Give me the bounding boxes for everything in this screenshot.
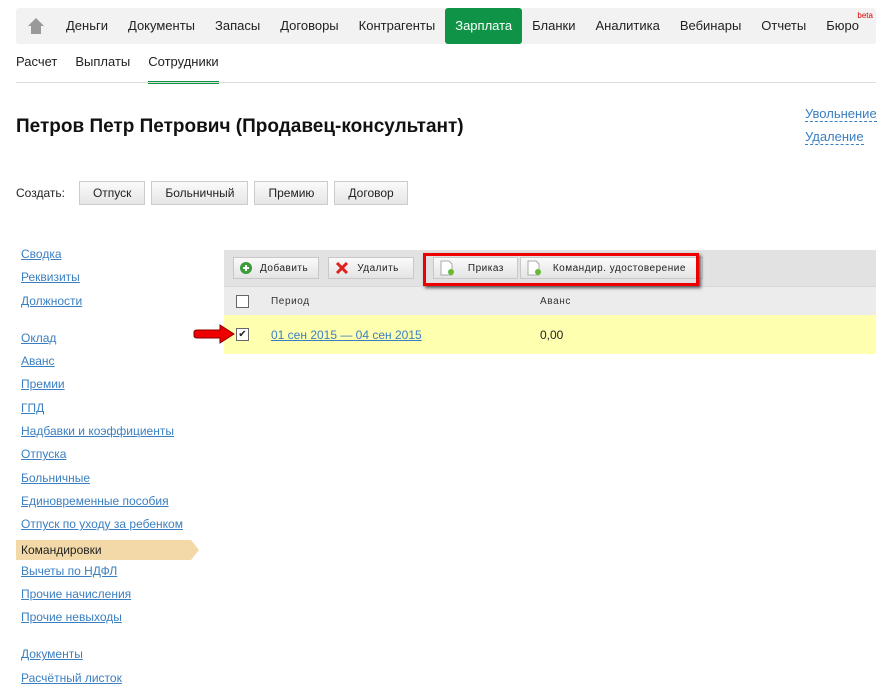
sidebar-item-summary[interactable]: Сводка (21, 246, 191, 269)
tab-payments[interactable]: Выплаты (75, 54, 130, 81)
beta-badge: beta (857, 11, 873, 20)
sidebar-item-requisites[interactable]: Реквизиты (21, 269, 191, 292)
sidebar-item-allowances[interactable]: Надбавки и коэффициенты (21, 423, 191, 446)
sidebar-item-tax-deductions[interactable]: Вычеты по НДФЛ (21, 563, 191, 586)
grid-header: Период Аванс (224, 286, 876, 315)
delete-label: Удалить (357, 262, 399, 274)
sidebar-item-childcare[interactable]: Отпуск по уходу за ребенком (21, 516, 191, 539)
main-nav: Деньги Документы Запасы Договоры Контраг… (16, 8, 876, 44)
create-bar: Создать: Отпуск Больничный Премию Догово… (16, 181, 414, 205)
sidebar-item-positions[interactable]: Должности (21, 293, 191, 316)
home-icon[interactable] (16, 8, 56, 44)
advance-value: 0,00 (540, 327, 564, 342)
nav-salary[interactable]: Зарплата (445, 8, 523, 44)
sidebar-item-other-accruals[interactable]: Прочие начисления (21, 586, 191, 609)
create-contract-button[interactable]: Договор (334, 181, 408, 205)
divider (16, 82, 876, 83)
row-checkbox[interactable]: ✔ (236, 328, 249, 341)
sidebar-item-advance[interactable]: Аванс (21, 353, 191, 376)
sidebar-item-business-trips[interactable]: Командировки (16, 539, 199, 560)
sidebar-item-bonuses[interactable]: Премии (21, 376, 191, 399)
nav-contracts[interactable]: Договоры (270, 8, 348, 44)
nav-documents[interactable]: Документы (118, 8, 205, 44)
nav-reports[interactable]: Отчеты (751, 8, 816, 44)
delete-button[interactable]: Удалить (328, 257, 414, 279)
subtabs: Расчет Выплаты Сотрудники (16, 54, 219, 84)
table-row[interactable]: ✔ 01 сен 2015 — 04 сен 2015 0,00 (224, 315, 876, 354)
grid-toolbar: Добавить Удалить Приказ Командир. удосто… (224, 250, 876, 286)
sidebar-item-documents[interactable]: Документы (21, 646, 191, 669)
nav-money[interactable]: Деньги (56, 8, 118, 44)
add-button[interactable]: Добавить (233, 257, 320, 279)
sidebar-item-payslip[interactable]: Расчётный листок (21, 670, 191, 693)
nav-analytics[interactable]: Аналитика (585, 8, 669, 44)
sidebar-item-vacations[interactable]: Отпуска (21, 446, 191, 469)
sidebar: Сводка Реквизиты Должности Оклад Аванс П… (16, 246, 199, 693)
sidebar-item-other-absences[interactable]: Прочие невыходы (21, 609, 191, 632)
nav-bureau-label: Бюро (826, 18, 859, 33)
add-label: Добавить (260, 262, 309, 274)
sidebar-item-salary[interactable]: Оклад (21, 330, 191, 353)
sidebar-item-lump-sum[interactable]: Единовременные пособия (21, 493, 191, 516)
plus-icon (240, 262, 252, 274)
column-advance: Аванс (540, 295, 571, 307)
nav-forms[interactable]: Бланки (522, 8, 585, 44)
select-all-checkbox[interactable] (236, 294, 249, 308)
tab-calculation[interactable]: Расчет (16, 54, 57, 81)
delete-employee-link[interactable]: Удаление (805, 129, 864, 145)
highlight-box (423, 253, 699, 286)
nav-counterparties[interactable]: Контрагенты (349, 8, 446, 44)
red-arrow-icon (193, 324, 235, 344)
sidebar-item-gpd[interactable]: ГПД (21, 400, 191, 423)
nav-bureau[interactable]: Бюро beta (816, 8, 873, 44)
delete-x-icon (336, 262, 349, 274)
create-sick-leave-button[interactable]: Больничный (151, 181, 249, 205)
tab-employees[interactable]: Сотрудники (148, 54, 219, 84)
nav-stock[interactable]: Запасы (205, 8, 270, 44)
dismiss-link[interactable]: Увольнение (805, 106, 877, 122)
nav-webinars[interactable]: Вебинары (670, 8, 751, 44)
trips-grid: Добавить Удалить Приказ Командир. удосто… (224, 250, 876, 354)
create-label: Создать: (16, 186, 65, 200)
column-period: Период (271, 295, 310, 307)
create-vacation-button[interactable]: Отпуск (78, 181, 146, 205)
period-link[interactable]: 01 сен 2015 — 04 сен 2015 (271, 328, 540, 342)
page-title: Петров Петр Петрович (Продавец-консульта… (16, 116, 464, 137)
sidebar-item-sick-leaves[interactable]: Больничные (21, 470, 191, 493)
create-bonus-button[interactable]: Премию (254, 181, 329, 205)
